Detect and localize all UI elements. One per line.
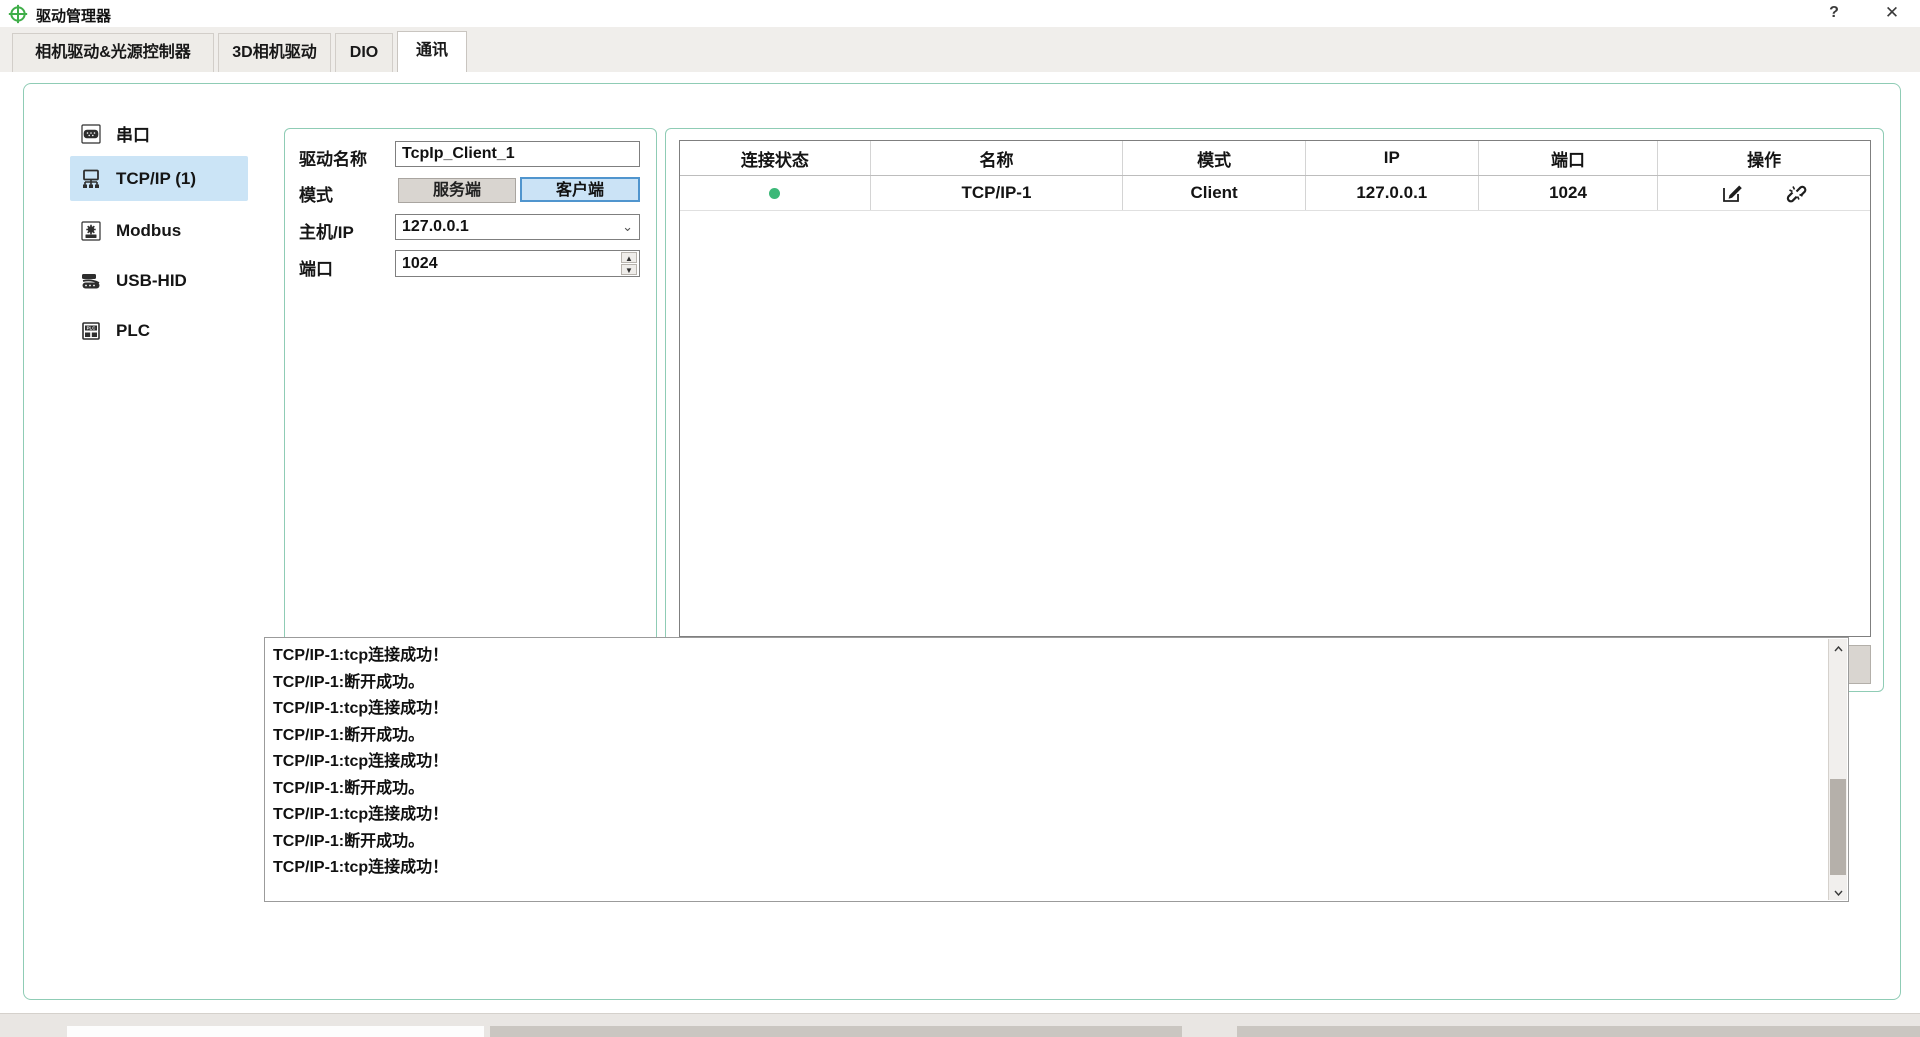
host-ip-select[interactable]: 127.0.0.1 ⌄ (395, 214, 640, 240)
disconnect-icon[interactable] (1784, 181, 1808, 205)
sidebar-item-tcpip[interactable]: TCP/IP (1) (70, 156, 248, 201)
driver-name-label: 驱动名称 (299, 145, 367, 170)
cell-actions (1658, 176, 1870, 210)
tab-3d-camera[interactable]: 3D相机驱动 (218, 33, 331, 72)
sidebar-item-label: Modbus (116, 221, 181, 241)
log-lines: TCP/IP-1:tcp连接成功！ TCP/IP-1:断开成功。 TCP/IP-… (273, 643, 1822, 882)
tab-bar: 相机驱动&光源控制器 3D相机驱动 DIO 通讯 (0, 27, 1920, 72)
header-connection-status: 连接状态 (680, 141, 871, 175)
sidebar-item-label: 串口 (116, 121, 150, 146)
connections-panel: 连接状态 名称 模式 IP 端口 操作 TCP/IP-1 Client 127.… (665, 128, 1884, 692)
table-row[interactable]: TCP/IP-1 Client 127.0.0.1 1024 (680, 176, 1870, 211)
log-line: TCP/IP-1:断开成功。 (273, 829, 1822, 856)
driver-manager-window: 驱动管理器 ? ✕ 相机驱动&光源控制器 3D相机驱动 DIO 通讯 (0, 0, 1920, 1037)
app-target-icon (8, 4, 28, 24)
scrollbar-thumb[interactable] (1830, 779, 1846, 875)
gear-icon (80, 220, 102, 242)
header-mode: 模式 (1123, 141, 1306, 175)
log-line: TCP/IP-1:断开成功。 (273, 670, 1822, 697)
mode-server-button[interactable]: 服务端 (398, 178, 516, 203)
cell-ip: 127.0.0.1 (1306, 176, 1479, 210)
host-ip-label: 主机/IP (299, 218, 354, 243)
header-actions: 操作 (1658, 141, 1870, 175)
header-port: 端口 (1479, 141, 1659, 175)
header-name: 名称 (871, 141, 1124, 175)
title-bar: 驱动管理器 ? ✕ (0, 0, 1920, 27)
log-line: TCP/IP-1:断开成功。 (273, 723, 1822, 750)
spin-up-icon[interactable]: ▲ (621, 252, 637, 263)
background-window-strip (0, 1013, 1920, 1037)
background-window-fragment (1237, 1026, 1920, 1037)
log-scrollbar[interactable] (1828, 639, 1847, 900)
log-line: TCP/IP-1:断开成功。 (273, 776, 1822, 803)
sidebar-item-label: USB-HID (116, 271, 187, 291)
connections-table: 连接状态 名称 模式 IP 端口 操作 TCP/IP-1 Client 127.… (679, 140, 1871, 637)
log-line: TCP/IP-1:tcp连接成功！ (273, 802, 1822, 829)
background-window-fragment (490, 1026, 1182, 1037)
connected-status-dot (769, 188, 780, 199)
log-line: TCP/IP-1:tcp连接成功！ (273, 643, 1822, 670)
scroll-up-icon[interactable] (1829, 639, 1847, 656)
communication-panel: 串口 TCP/IP (1) Modbu (23, 83, 1901, 1000)
sidebar-item-modbus[interactable]: Modbus (70, 208, 248, 253)
usb-device-icon (80, 270, 102, 292)
chevron-down-icon: ⌄ (622, 215, 633, 239)
driver-name-input[interactable] (395, 141, 640, 167)
cell-status (680, 176, 871, 210)
network-icon (80, 168, 102, 190)
driver-config-panel: 驱动名称 模式 服务端 客户端 主机/IP 127.0.0.1 ⌄ 端口 ▲ ▼ (284, 128, 657, 692)
scroll-down-icon[interactable] (1829, 883, 1847, 900)
host-ip-value: 127.0.0.1 (402, 218, 469, 235)
log-line: TCP/IP-1:tcp连接成功！ (273, 696, 1822, 723)
port-input[interactable] (395, 250, 640, 277)
port-spinner: ▲ ▼ (395, 250, 640, 277)
spinner-buttons: ▲ ▼ (621, 252, 637, 275)
tab-communication[interactable]: 通讯 (397, 31, 467, 72)
mode-label: 模式 (299, 181, 333, 206)
cell-mode: Client (1123, 176, 1306, 210)
sidebar-item-plc[interactable]: PLC PLC (70, 308, 248, 353)
port-label: 端口 (299, 255, 333, 280)
table-header-row: 连接状态 名称 模式 IP 端口 操作 (680, 141, 1870, 176)
edit-icon[interactable] (1720, 181, 1744, 205)
tab-dio[interactable]: DIO (335, 33, 393, 72)
spin-down-icon[interactable]: ▼ (621, 264, 637, 275)
background-window-fragment (67, 1026, 484, 1037)
svg-text:PLC: PLC (87, 325, 97, 330)
sidebar-item-usbhid[interactable]: USB-HID (70, 258, 248, 303)
plc-icon: PLC (80, 320, 102, 342)
tab-camera-light[interactable]: 相机驱动&光源控制器 (12, 33, 214, 72)
help-button[interactable]: ? (1814, 0, 1854, 25)
cell-name: TCP/IP-1 (871, 176, 1124, 210)
sidebar-item-serial[interactable]: 串口 (70, 111, 248, 156)
log-line: TCP/IP-1:tcp连接成功！ (273, 749, 1822, 776)
window-title: 驱动管理器 (36, 5, 111, 26)
serial-port-icon (80, 123, 102, 145)
close-button[interactable]: ✕ (1872, 0, 1912, 25)
sidebar-item-label: TCP/IP (1) (116, 169, 196, 189)
sidebar-item-label: PLC (116, 321, 150, 341)
mode-client-button[interactable]: 客户端 (520, 177, 640, 202)
log-line: TCP/IP-1:tcp连接成功！ (273, 855, 1822, 882)
cell-port: 1024 (1479, 176, 1659, 210)
tab-content: 串口 TCP/IP (1) Modbu (0, 72, 1920, 1013)
log-output[interactable]: TCP/IP-1:tcp连接成功！ TCP/IP-1:断开成功。 TCP/IP-… (264, 637, 1849, 902)
header-ip: IP (1306, 141, 1479, 175)
